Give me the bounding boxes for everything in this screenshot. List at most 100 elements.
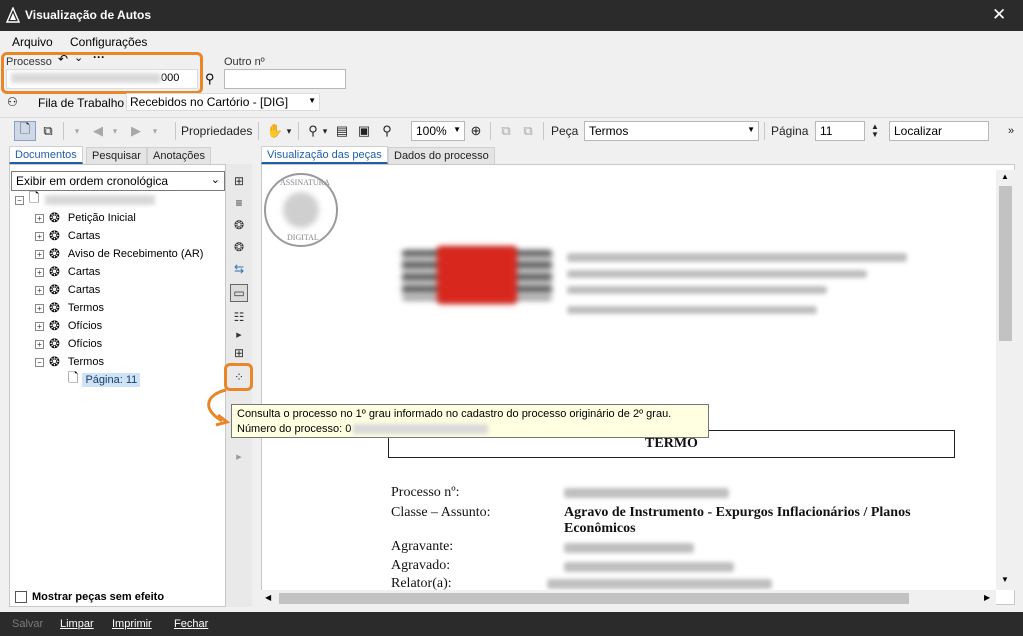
scroll-right-icon[interactable]: ▶	[984, 593, 990, 602]
collapse-icon[interactable]: −	[35, 357, 44, 367]
tab-pesquisar[interactable]: Pesquisar	[86, 147, 147, 165]
overflow-icon[interactable]: »	[1005, 121, 1017, 141]
tab-visualizacao[interactable]: Visualização das peças	[261, 146, 388, 164]
tree-item[interactable]: + ❂ Cartas	[35, 227, 100, 245]
tree-list-icon[interactable]: ☷	[230, 308, 248, 326]
horizontal-scrollbar[interactable]: ◀ ▶	[261, 590, 996, 607]
order-select[interactable]: Exibir em ordem cronológica ⌄	[11, 171, 225, 191]
scroll-thumb[interactable]	[279, 593, 909, 604]
tree-view-icon[interactable]: ⊞	[230, 172, 248, 190]
expand-icon[interactable]: +	[35, 249, 44, 259]
blurred-header-text	[567, 253, 1014, 316]
back-dropdown-icon[interactable]: ▾	[110, 121, 120, 141]
fila-select[interactable]: Recebidos no Cartório - [DIG] ▼	[126, 93, 320, 111]
scroll-up-icon[interactable]: ▲	[1001, 172, 1009, 181]
vertical-scrollbar[interactable]: ▲ ▼	[996, 170, 1015, 590]
mostrar-pecas-checkbox[interactable]: Mostrar peças sem efeito	[15, 591, 164, 603]
scroll-left-icon[interactable]: ◀	[265, 593, 271, 602]
add-note-icon[interactable]: ⊞	[230, 344, 248, 362]
tooltip-line1: Consulta o processo no 1º grau informado…	[237, 408, 672, 420]
fit-width-icon[interactable]: ▤	[333, 121, 351, 141]
menu-configuracoes[interactable]: Configurações	[70, 35, 147, 49]
merge-icon[interactable]: ⧉	[519, 121, 537, 141]
pagina-spinner-icon[interactable]: ▲ ▼	[869, 121, 881, 141]
expand-icon[interactable]: +	[35, 339, 44, 349]
tree-item[interactable]: + ❂ Cartas	[35, 263, 100, 281]
expand-icon[interactable]: +	[35, 285, 44, 295]
expand-icon[interactable]: +	[35, 213, 44, 223]
salvar-button[interactable]: Salvar	[12, 618, 43, 630]
expand-arrow-icon[interactable]: ▶	[230, 326, 248, 344]
seal-remove-icon[interactable]: ❂	[230, 238, 248, 256]
tab-anotacoes[interactable]: Anotações	[147, 147, 211, 165]
zoom-dropdown-icon[interactable]: ▾	[320, 121, 330, 141]
stamp-text-top: ASSINATURA	[280, 178, 330, 187]
zoom-out-icon[interactable]: ⚲	[378, 121, 396, 141]
seal-document-icon: ❂	[49, 210, 60, 225]
outro-label: Outro nº	[224, 56, 265, 68]
blurred-root-name	[45, 195, 156, 205]
imprimir-button[interactable]: Imprimir	[112, 618, 152, 630]
search-icon[interactable]: ⚲	[205, 71, 215, 87]
dropdown-arrow-icon: ▼	[453, 125, 461, 134]
forward-dropdown-icon[interactable]: ▾	[150, 121, 160, 141]
tab-documentos[interactable]: Documentos	[9, 146, 83, 164]
nav-dropdown-icon[interactable]: ▾	[70, 121, 84, 141]
agravado-field-label: Agravado:	[391, 558, 451, 573]
menu-arquivo[interactable]: Arquivo	[12, 35, 53, 49]
chevron-down-icon: ⌄	[210, 174, 220, 186]
copy-view-icon[interactable]: ⧉	[38, 121, 58, 141]
checkbox-box[interactable]	[15, 591, 27, 603]
sync-icon[interactable]: ⇆	[230, 260, 248, 278]
tree-item-label: Ofícios	[67, 320, 103, 332]
seal-search-icon[interactable]: ❂	[230, 216, 248, 234]
expand-icon[interactable]: +	[35, 303, 44, 313]
tree-item[interactable]: + ❂ Aviso de Recebimento (AR)	[35, 245, 203, 263]
back-arrow-icon[interactable]: ◀	[88, 121, 108, 141]
hand-dropdown-icon[interactable]: ▾	[284, 121, 294, 141]
blurred-process-number	[353, 424, 489, 435]
expand-icon[interactable]: +	[35, 267, 44, 277]
limpar-button[interactable]: Limpar	[60, 618, 94, 630]
documents-pane: Exibir em ordem cronológica ⌄ − 🗋 + ❂ Peti…	[9, 164, 226, 607]
tree-item-label: Aviso de Recebimento (AR)	[67, 248, 204, 260]
processo-highlight	[1, 52, 203, 94]
list-view-icon[interactable]: ≡	[230, 194, 248, 212]
expand-icon[interactable]: +	[35, 231, 44, 241]
zoom-in-icon[interactable]: ⊕	[467, 121, 485, 141]
note-icon[interactable]: ▭	[230, 284, 248, 302]
separator	[63, 122, 64, 140]
tree-item[interactable]: + ❂ Ofícios	[35, 317, 102, 335]
tree-page-node[interactable]: 🗋 Página: 11	[68, 370, 141, 389]
outro-input[interactable]	[224, 69, 346, 89]
classe-field-value: Agravo de Instrumento - Expurgos Inflaci…	[564, 505, 911, 536]
tooltip-line2-prefix: Número do processo: 0	[237, 423, 352, 435]
scroll-thumb[interactable]	[999, 186, 1012, 341]
dropdown-arrow-icon: ▼	[747, 125, 755, 134]
collapse-icon[interactable]: −	[15, 195, 24, 205]
tree-item-label: Cartas	[67, 266, 101, 278]
expand-icon[interactable]: +	[35, 321, 44, 331]
localizar-input[interactable]: Localizar	[889, 121, 989, 141]
scroll-down-icon[interactable]: ▼	[1001, 575, 1009, 584]
fit-page-icon[interactable]: ▣	[355, 121, 373, 141]
tree-item[interactable]: + ❂ Ofícios	[35, 335, 102, 353]
close-icon[interactable]: ✕	[992, 5, 1006, 25]
stamp-text-bottom: DIGITAL	[287, 233, 319, 242]
tree-root[interactable]: − 🗋	[15, 190, 156, 209]
tab-dados-processo[interactable]: Dados do processo	[388, 147, 495, 165]
collapse-arrow-icon[interactable]: ▶	[230, 448, 248, 466]
tree-item[interactable]: + ❂ Petição Inicial	[35, 209, 136, 227]
toolbar: 🗋 ⧉ ▾ ◀ ▾ ▶ ▾ Propriedades ✋ ▾ ⚲ ▾ ▤ ▣ ⚲…	[0, 117, 1023, 143]
document-view-icon[interactable]: 🗋	[14, 121, 36, 141]
peca-select[interactable]: Termos ▼	[584, 121, 759, 141]
fechar-button[interactable]: Fechar	[174, 618, 208, 630]
hand-tool-icon[interactable]: ✋	[264, 121, 286, 141]
propriedades-button[interactable]: Propriedades	[181, 121, 252, 141]
zoom-select[interactable]: 100% ▼	[411, 121, 465, 141]
forward-arrow-icon[interactable]: ▶	[126, 121, 146, 141]
tree-item[interactable]: + ❂ Termos	[35, 299, 104, 317]
tree-item[interactable]: + ❂ Cartas	[35, 281, 100, 299]
split-icon[interactable]: ⧉	[497, 121, 515, 141]
pagina-input[interactable]: 11	[815, 121, 865, 141]
